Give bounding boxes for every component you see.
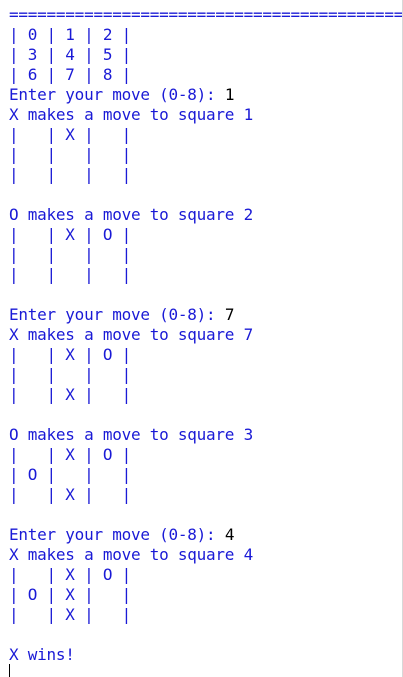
console-output-text: O makes a move to square 2: [9, 205, 253, 224]
console-output-text: Enter your move (0-8):: [9, 525, 225, 544]
console-line: | | | |: [9, 265, 402, 285]
console-user-input: 1: [224, 85, 235, 104]
console-line: | | X | O |: [9, 445, 402, 465]
console-output-text: | | X | |: [9, 605, 131, 624]
console-line: Enter your move (0-8): 4: [9, 525, 402, 545]
console-output-text: | | X | O |: [9, 445, 131, 464]
console-line: | O | | |: [9, 465, 402, 485]
console-line: Enter your move (0-8): 7: [9, 305, 402, 325]
console-line: | 0 | 1 | 2 |: [9, 25, 402, 45]
console-line: X makes a move to square 4: [9, 545, 402, 565]
console-line: | | | |: [9, 165, 402, 185]
console-line: | | X | |: [9, 125, 402, 145]
console-line: | | | |: [9, 365, 402, 385]
console-line: O makes a move to square 3: [9, 425, 402, 445]
console-output-text: | O | | |: [9, 465, 131, 484]
console-line: | | X | O |: [9, 565, 402, 585]
console-line: | | | |: [9, 245, 402, 265]
console-output-text: X makes a move to square 7: [9, 325, 253, 344]
console-output-text: ========================================…: [9, 5, 403, 24]
console-output-text: | 3 | 4 | 5 |: [9, 45, 131, 64]
console-output-text: O makes a move to square 3: [9, 425, 253, 444]
console-output-text: | | | |: [9, 245, 131, 264]
console-output-text: | | | |: [9, 265, 131, 284]
console-user-input: 7: [224, 305, 235, 324]
console-lines: ========================================…: [9, 5, 403, 665]
console-line: | | X | |: [9, 485, 402, 505]
console-output-text: X wins!: [9, 645, 75, 664]
console-line: X makes a move to square 7: [9, 325, 402, 345]
console-output-text: X makes a move to square 4: [9, 545, 253, 564]
console-line: | 6 | 7 | 8 |: [9, 65, 402, 85]
console-line: X makes a move to square 1: [9, 105, 402, 125]
console-line: | | X | |: [9, 605, 402, 625]
console-output-text: | | | |: [9, 365, 131, 384]
console-output-text: | | X | O |: [9, 345, 131, 364]
console-output-text: | | | |: [9, 165, 131, 184]
console-output-text: | 6 | 7 | 8 |: [9, 65, 131, 84]
console-line: | | X | O |: [9, 345, 402, 365]
console-line: | O | X | |: [9, 585, 402, 605]
console-output-text: X makes a move to square 1: [9, 105, 253, 124]
console-line: | | X | |: [9, 385, 402, 405]
console-output-text: | | X | O |: [9, 225, 131, 244]
console-output-text: | O | X | |: [9, 585, 131, 604]
console-user-input: 4: [224, 525, 235, 544]
console-line: O makes a move to square 2: [9, 205, 402, 225]
console-output-text: Enter your move (0-8):: [9, 85, 225, 104]
console-line: Enter your move (0-8): 1: [9, 85, 402, 105]
console-output-text: | | X | |: [9, 125, 131, 144]
console-output-text: | | X | |: [9, 385, 131, 404]
console-output-text: Enter your move (0-8):: [9, 305, 225, 324]
console-output-text: | | | |: [9, 145, 131, 164]
text-caret: [9, 664, 10, 677]
console-line: ========================================…: [9, 5, 403, 25]
console-output-text: | | X | |: [9, 485, 131, 504]
console-line: | 3 | 4 | 5 |: [9, 45, 402, 65]
console-output[interactable]: ========================================…: [0, 0, 403, 677]
console-line: | | X | O |: [9, 225, 402, 245]
console-output-text: | 0 | 1 | 2 |: [9, 25, 131, 44]
console-line: X wins!: [9, 645, 402, 665]
console-output-text: | | X | O |: [9, 565, 131, 584]
console-line: | | | |: [9, 145, 402, 165]
